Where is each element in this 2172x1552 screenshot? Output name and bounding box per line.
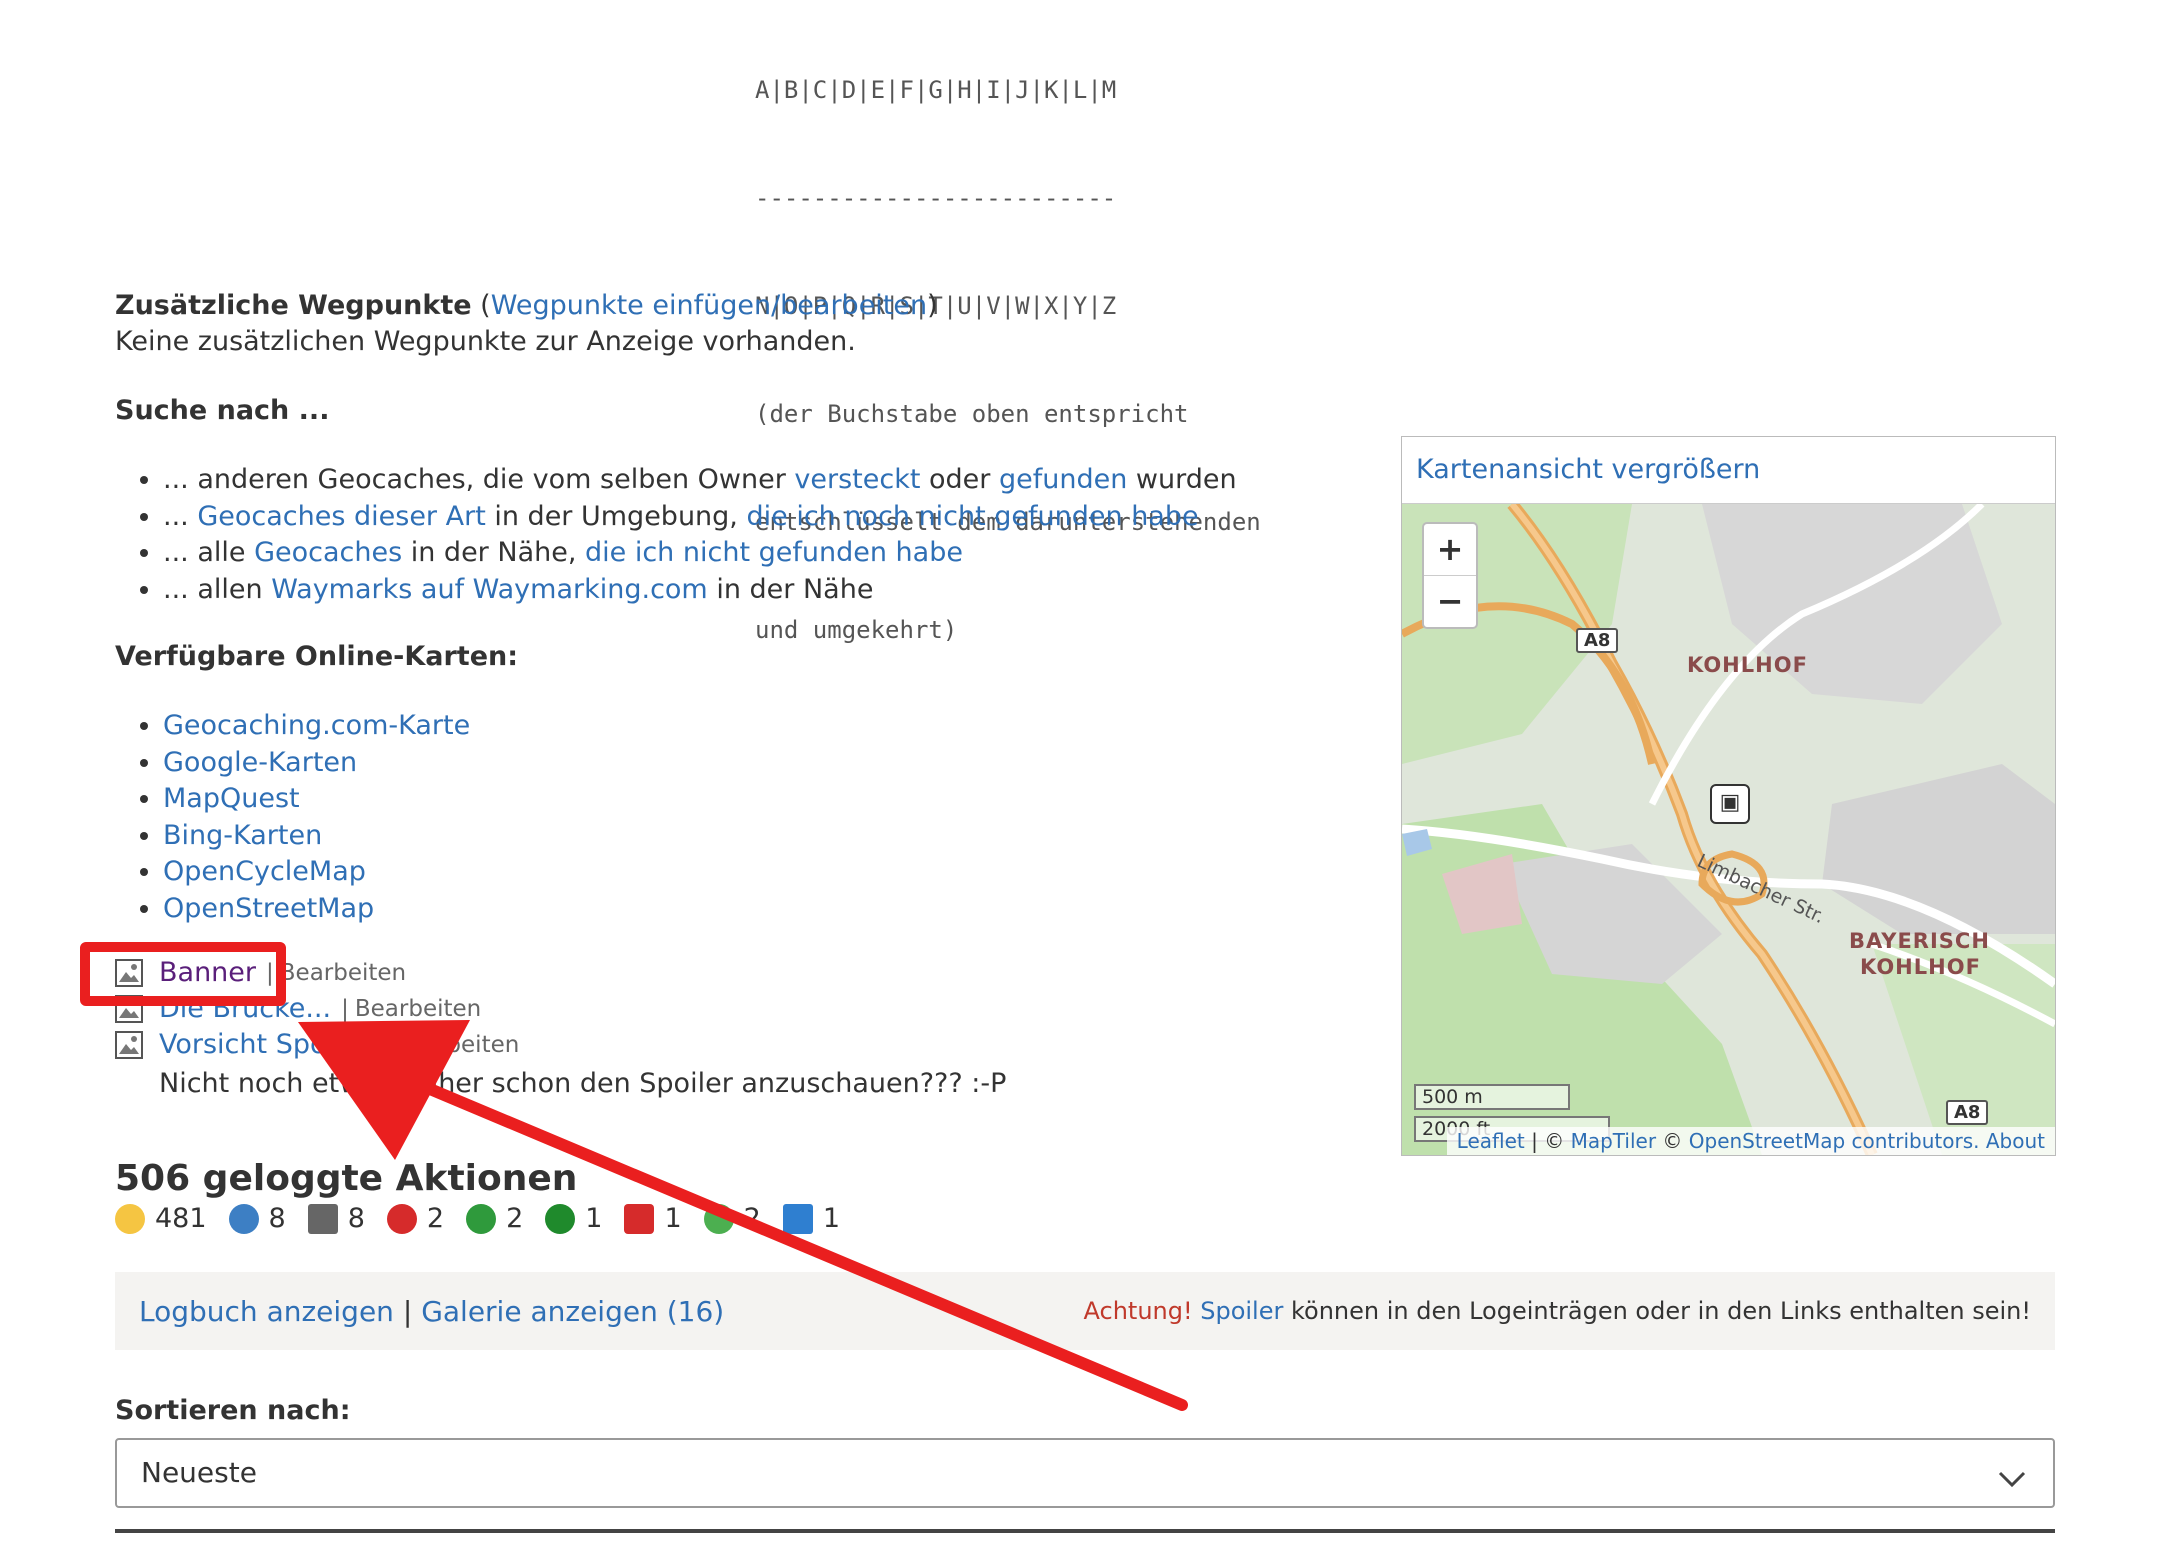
- list-item: ... alle Geocaches in der Nähe, die ich …: [163, 535, 1237, 572]
- zoom-out-button[interactable]: −: [1424, 575, 1476, 627]
- waypoints-heading-line: Zusätzliche Wegpunkte (Wegpunkte einfüge…: [115, 290, 938, 321]
- waypoints-edit-link[interactable]: Wegpunkte einfügen/bearbeiten: [491, 290, 927, 321]
- log-count-publish: 1: [545, 1203, 602, 1234]
- picture-edit-link[interactable]: Bearbeiten: [280, 960, 406, 986]
- log-count-green: 2: [703, 1203, 761, 1234]
- hidden-by-owner-link[interactable]: versteckt: [794, 464, 920, 495]
- logs-title: 506 geloggte Aktionen: [115, 1158, 578, 1199]
- all-not-found-link[interactable]: die ich nicht gefunden habe: [585, 537, 963, 568]
- check-enabled-icon: [466, 1203, 497, 1234]
- online-maps-heading: Verfügbare Online-Karten:: [115, 641, 519, 672]
- cache-marker-icon[interactable]: ▣: [1710, 784, 1750, 824]
- logbook-links: Logbuch anzeigen | Galerie anzeigen (16): [139, 1294, 725, 1328]
- logbook-bar: Logbuch anzeigen | Galerie anzeigen (16)…: [115, 1272, 2055, 1350]
- log-counts: 481 8 8 2 2 1 1 2 1: [115, 1203, 840, 1234]
- map-label-kohlhof: KOHLHOF: [1687, 653, 1808, 677]
- not-found-nearby-link[interactable]: die ich noch nicht gefunden habe: [746, 501, 1198, 532]
- divider: [115, 1529, 2055, 1533]
- spoiler-warning: Achtung! Spoiler können in den Logeinträ…: [1083, 1297, 2032, 1325]
- list-item: OpenCycleMap: [163, 854, 470, 891]
- list-item: ... anderen Geocaches, die vom selben Ow…: [163, 462, 1237, 499]
- zoom-in-button[interactable]: +: [1424, 524, 1476, 575]
- spoiler-note: Nicht noch etwas früher schon den Spoile…: [159, 1068, 1007, 1099]
- disabled-icon: [386, 1203, 417, 1234]
- cipher-line: A|B|C|D|E|F|G|H|I|J|K|L|M: [755, 76, 1117, 104]
- waypoints-heading: Zusätzliche Wegpunkte: [115, 290, 472, 321]
- list-item: OpenStreetMap: [163, 891, 470, 928]
- picture-link-spoiler[interactable]: Vorsicht Spoiler: [159, 1029, 369, 1060]
- note-icon: [307, 1203, 338, 1234]
- sort-selected-value: Neueste: [141, 1456, 257, 1489]
- map-view[interactable]: + − KOHLHOF BAYERISCH KOHLHOF A8 A8 Limb…: [1402, 504, 2055, 1155]
- list-item: ... Geocaches dieser Art in der Umgebung…: [163, 499, 1237, 536]
- map-link-mapquest[interactable]: MapQuest: [163, 783, 300, 814]
- road-shield-a8: A8: [1576, 628, 1619, 653]
- log-count-maintenance: 1: [624, 1203, 682, 1234]
- sort-label: Sortieren nach:: [115, 1395, 351, 1426]
- road-shield-a8: A8: [1946, 1100, 1989, 1125]
- log-count-reviewer: 1: [782, 1203, 840, 1234]
- waymarks-link[interactable]: Waymarks auf Waymarking.com: [271, 574, 708, 605]
- all-geocaches-link[interactable]: Geocaches: [254, 537, 402, 568]
- leaflet-link[interactable]: Leaflet: [1457, 1129, 1525, 1153]
- about-link[interactable]: About: [1986, 1129, 2045, 1153]
- osm-link[interactable]: OpenStreetMap contributors.: [1689, 1129, 1980, 1153]
- list-item: Google-Karten: [163, 745, 470, 782]
- map-link-bing[interactable]: Bing-Karten: [163, 820, 322, 851]
- wrench-maintenance-icon: [624, 1203, 655, 1234]
- map-panel: Kartenansicht vergrößern + − KOHLHOF BAY…: [1401, 436, 2056, 1156]
- cipher-line: -------------------------: [755, 184, 1117, 212]
- gallery-link[interactable]: Galerie anzeigen (16): [421, 1295, 724, 1328]
- same-type-link[interactable]: Geocaches dieser Art: [197, 501, 485, 532]
- online-maps-list: Geocaching.com-Karte Google-Karten MapQu…: [115, 708, 470, 927]
- map-tiles: [1402, 504, 2055, 1155]
- list-item: ... allen Waymarks auf Waymarking.com in…: [163, 572, 1237, 609]
- cipher-line: und umgekehrt): [755, 616, 958, 644]
- sad-not-found-icon: [228, 1203, 259, 1234]
- map-label-bayerisch: BAYERISCH: [1849, 929, 1990, 953]
- sort-select[interactable]: Neueste: [115, 1438, 2055, 1508]
- maptiler-link[interactable]: MapTiler: [1571, 1129, 1656, 1153]
- scale-metric: 500 m: [1414, 1084, 1570, 1110]
- picture-edit-link[interactable]: Bearbeiten: [393, 1032, 519, 1058]
- map-link-opencyclemap[interactable]: OpenCycleMap: [163, 856, 366, 887]
- chevron-down-icon: [1995, 1454, 2029, 1520]
- publish-icon: [545, 1203, 576, 1234]
- search-heading: Suche nach ...: [115, 395, 330, 426]
- waypoints-none-text: Keine zusätzlichen Wegpunkte zur Anzeige…: [115, 326, 856, 357]
- map-header: Kartenansicht vergrößern: [1402, 437, 2055, 504]
- picture-row: Vorsicht Spoiler | Bearbeiten: [115, 1029, 519, 1060]
- zoom-control: + −: [1422, 522, 1478, 629]
- map-link-openstreetmap[interactable]: OpenStreetMap: [163, 893, 374, 924]
- cipher-line: (der Buchstabe oben entspricht: [755, 400, 1189, 428]
- map-label-kohlhof-2: KOHLHOF: [1860, 955, 1981, 979]
- picture-edit-link[interactable]: Bearbeiten: [355, 996, 481, 1022]
- spoiler-link[interactable]: Spoiler: [1200, 1297, 1283, 1325]
- log-count-disabled: 2: [386, 1203, 444, 1234]
- log-count-enabled: 2: [466, 1203, 523, 1234]
- log-count-found: 481: [115, 1203, 207, 1234]
- list-item: MapQuest: [163, 781, 470, 818]
- log-count-dnf: 8: [228, 1203, 286, 1234]
- list-item: Bing-Karten: [163, 818, 470, 855]
- log-count-note: 8: [307, 1203, 365, 1234]
- annotation-highlight-box: [80, 942, 286, 1006]
- map-link-geocaching[interactable]: Geocaching.com-Karte: [163, 710, 470, 741]
- smiley-found-icon: [115, 1203, 145, 1234]
- map-link-google[interactable]: Google-Karten: [163, 747, 357, 778]
- enlarge-map-link[interactable]: Kartenansicht vergrößern: [1416, 454, 1760, 485]
- green-icon: [703, 1203, 734, 1234]
- found-by-owner-link[interactable]: gefunden: [999, 464, 1127, 495]
- search-list: ... anderen Geocaches, die vom selben Ow…: [115, 462, 1237, 608]
- map-attribution: Leaflet | © MapTiler © OpenStreetMap con…: [1446, 1127, 2055, 1155]
- image-icon: [115, 1030, 143, 1059]
- list-item: Geocaching.com-Karte: [163, 708, 470, 745]
- logbook-link[interactable]: Logbuch anzeigen: [139, 1295, 394, 1328]
- reviewer-icon: [782, 1203, 813, 1234]
